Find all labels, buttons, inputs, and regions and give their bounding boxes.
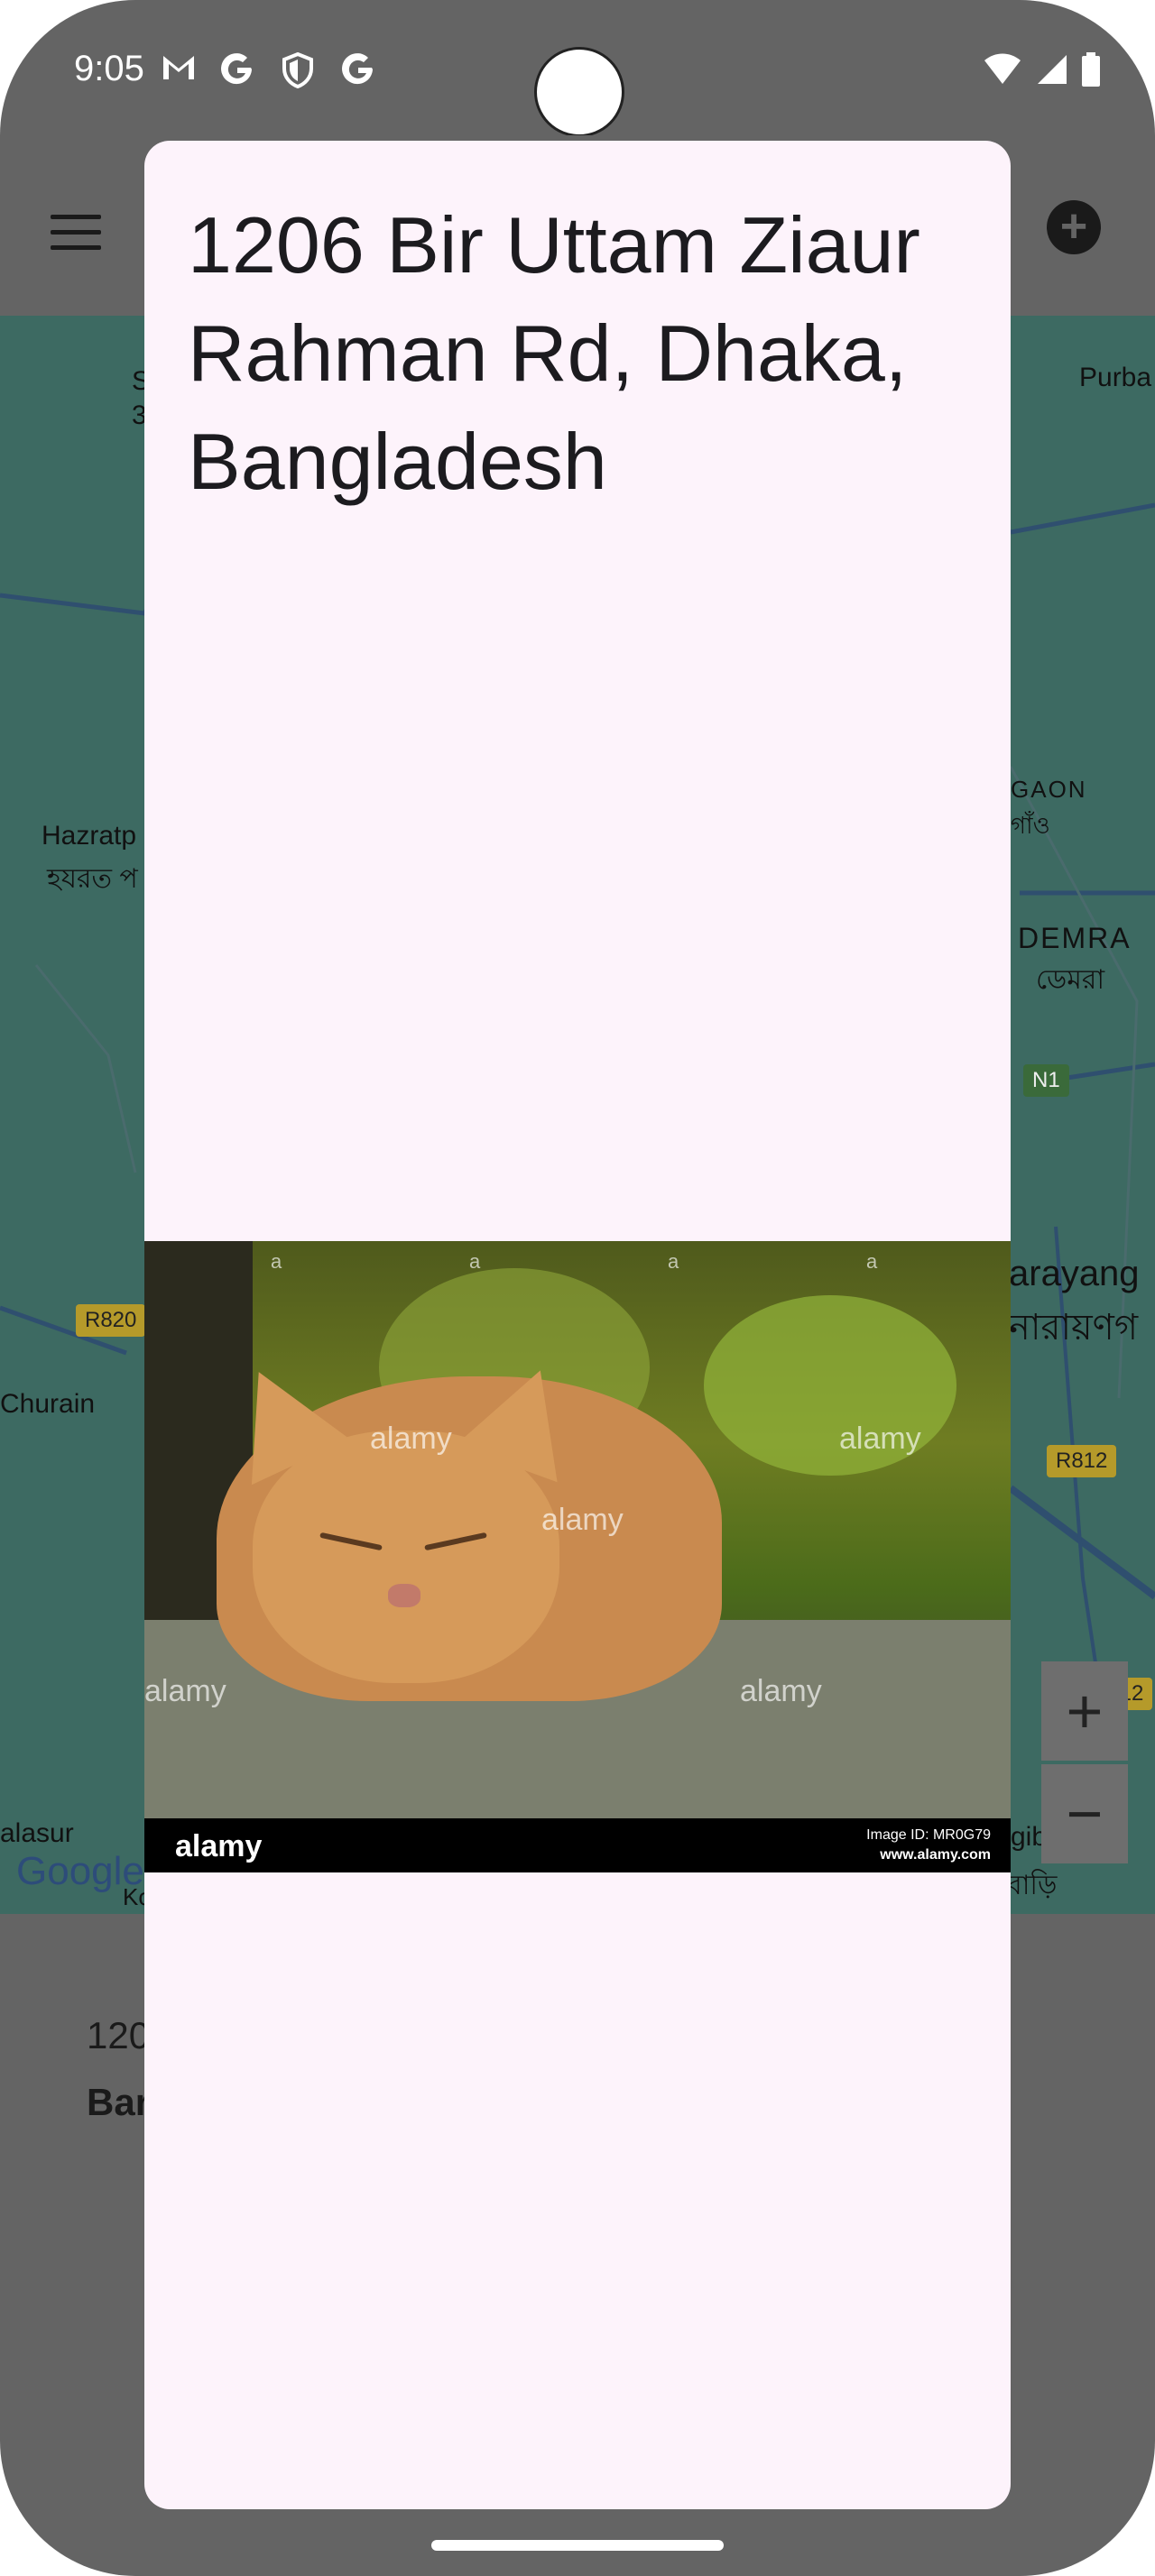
watermark: a <box>668 1250 679 1273</box>
alamy-logo: alamy <box>175 1829 263 1863</box>
home-indicator[interactable] <box>431 2540 724 2551</box>
road-shield-n1: N1 <box>1023 1064 1069 1097</box>
image-url: www.alamy.com <box>880 1847 991 1863</box>
map-label-gaon-bn: গাঁও <box>1011 812 1050 839</box>
cat-head <box>253 1431 559 1683</box>
google-attribution: Google <box>16 1849 144 1893</box>
shield-icon <box>282 51 318 89</box>
map-label-bari-bn: বাড়ি <box>1007 1871 1058 1900</box>
map-label-demra: DEMRA <box>1018 922 1132 954</box>
map-label-churain: Churain <box>0 1389 96 1419</box>
zoom-out-button[interactable]: − <box>1041 1764 1128 1863</box>
watermark: alamy <box>144 1674 226 1708</box>
road-shield-r812: R812 <box>1047 1445 1117 1477</box>
gmail-icon <box>161 52 197 85</box>
image-credit: Image ID: MR0G79 www.alamy.com <box>866 1826 991 1865</box>
status-bar: 9:05 <box>0 0 1155 137</box>
google-icon <box>220 52 256 85</box>
image-id: Image ID: MR0G79 <box>866 1827 991 1843</box>
status-time: 9:05 <box>74 49 144 88</box>
address-preview: 120 Bar <box>87 2002 150 2136</box>
add-circle-icon[interactable]: + <box>1047 200 1101 254</box>
address-preview-line1: 120 <box>87 2014 151 2056</box>
address-preview-line2: Bar <box>87 2081 151 2123</box>
watermark: a <box>469 1250 481 1273</box>
camera-cutout <box>534 47 624 137</box>
cat-image: a a a a alamy alamy alamy alamy alamy al… <box>144 1241 1011 1872</box>
map-label-purba: Purba <box>1079 363 1152 392</box>
map-label-hazrat: Hazratp <box>42 821 137 851</box>
image-credit-bar: alamy Image ID: MR0G79 www.alamy.com <box>144 1818 1011 1872</box>
watermark: alamy <box>370 1421 452 1456</box>
map-label-narayang-bn: নারায়ণগ <box>1009 1308 1139 1348</box>
map-label-alasur: alasur <box>0 1818 74 1848</box>
road-shield-r820: R820 <box>76 1304 146 1337</box>
watermark: alamy <box>839 1421 921 1456</box>
watermark: alamy <box>541 1503 624 1537</box>
map-label-gaon: GAON <box>1011 776 1087 803</box>
map-label-narayang: arayang <box>1009 1254 1140 1293</box>
signal-icon <box>1036 53 1068 90</box>
map-label-hazrat-bn: হযরত প <box>47 864 138 894</box>
map-label-demra-bn: ডেমরা <box>1036 965 1105 995</box>
system-icons <box>974 52 1101 91</box>
menu-icon[interactable] <box>51 215 101 251</box>
watermark: a <box>866 1250 878 1273</box>
watermark: a <box>271 1250 282 1273</box>
dialog-title: 1206 Bir Uttam Ziaur Rahman Rd, Dhaka, B… <box>188 200 920 506</box>
battery-icon <box>1081 52 1101 91</box>
wifi-icon <box>983 53 1022 90</box>
google-icon <box>341 52 377 85</box>
location-dialog: 1206 Bir Uttam Ziaur Rahman Rd, Dhaka, B… <box>144 141 1011 2509</box>
watermark: alamy <box>740 1674 822 1708</box>
zoom-in-button[interactable]: + <box>1041 1661 1128 1761</box>
phone-screen: 9:05 + Purba S 3 Hazratp হযরত প GAON গাঁ… <box>0 0 1155 2576</box>
